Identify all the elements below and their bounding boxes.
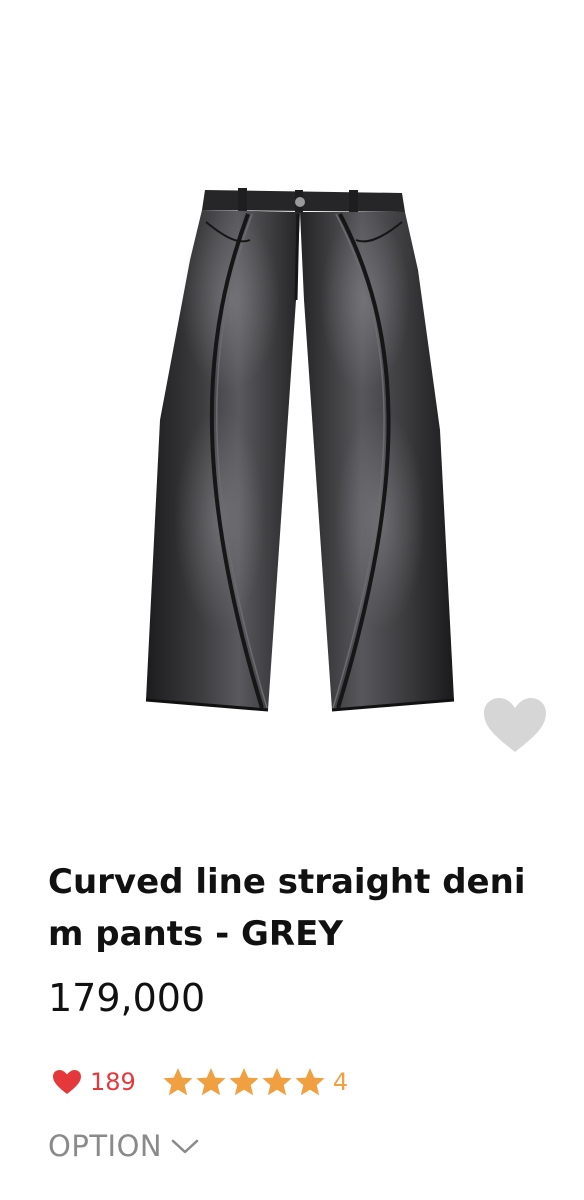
product-title: Curved line straight deni m pants - GREY <box>48 862 526 954</box>
product-stats: 189 4 <box>52 1062 348 1102</box>
product-price: 179,000 <box>48 976 206 1020</box>
option-label: OPTION <box>48 1129 163 1163</box>
star-icon <box>163 1068 193 1096</box>
product-image[interactable] <box>0 0 584 800</box>
star-icon <box>229 1068 259 1096</box>
rating-stars: 4 <box>162 1067 348 1097</box>
heart-icon <box>53 1070 81 1094</box>
jeans-photo <box>145 188 455 712</box>
option-toggle[interactable]: OPTION <box>48 1124 200 1168</box>
review-count[interactable]: 4 <box>333 1068 348 1096</box>
star-icon <box>295 1068 325 1096</box>
star-icon <box>262 1068 292 1096</box>
likes: 189 <box>52 1068 136 1096</box>
wishlist-button[interactable] <box>482 696 552 760</box>
chevron-down-icon <box>171 1139 199 1154</box>
star-icon <box>196 1068 226 1096</box>
likes-count: 189 <box>90 1068 136 1096</box>
heart-icon <box>484 698 546 752</box>
